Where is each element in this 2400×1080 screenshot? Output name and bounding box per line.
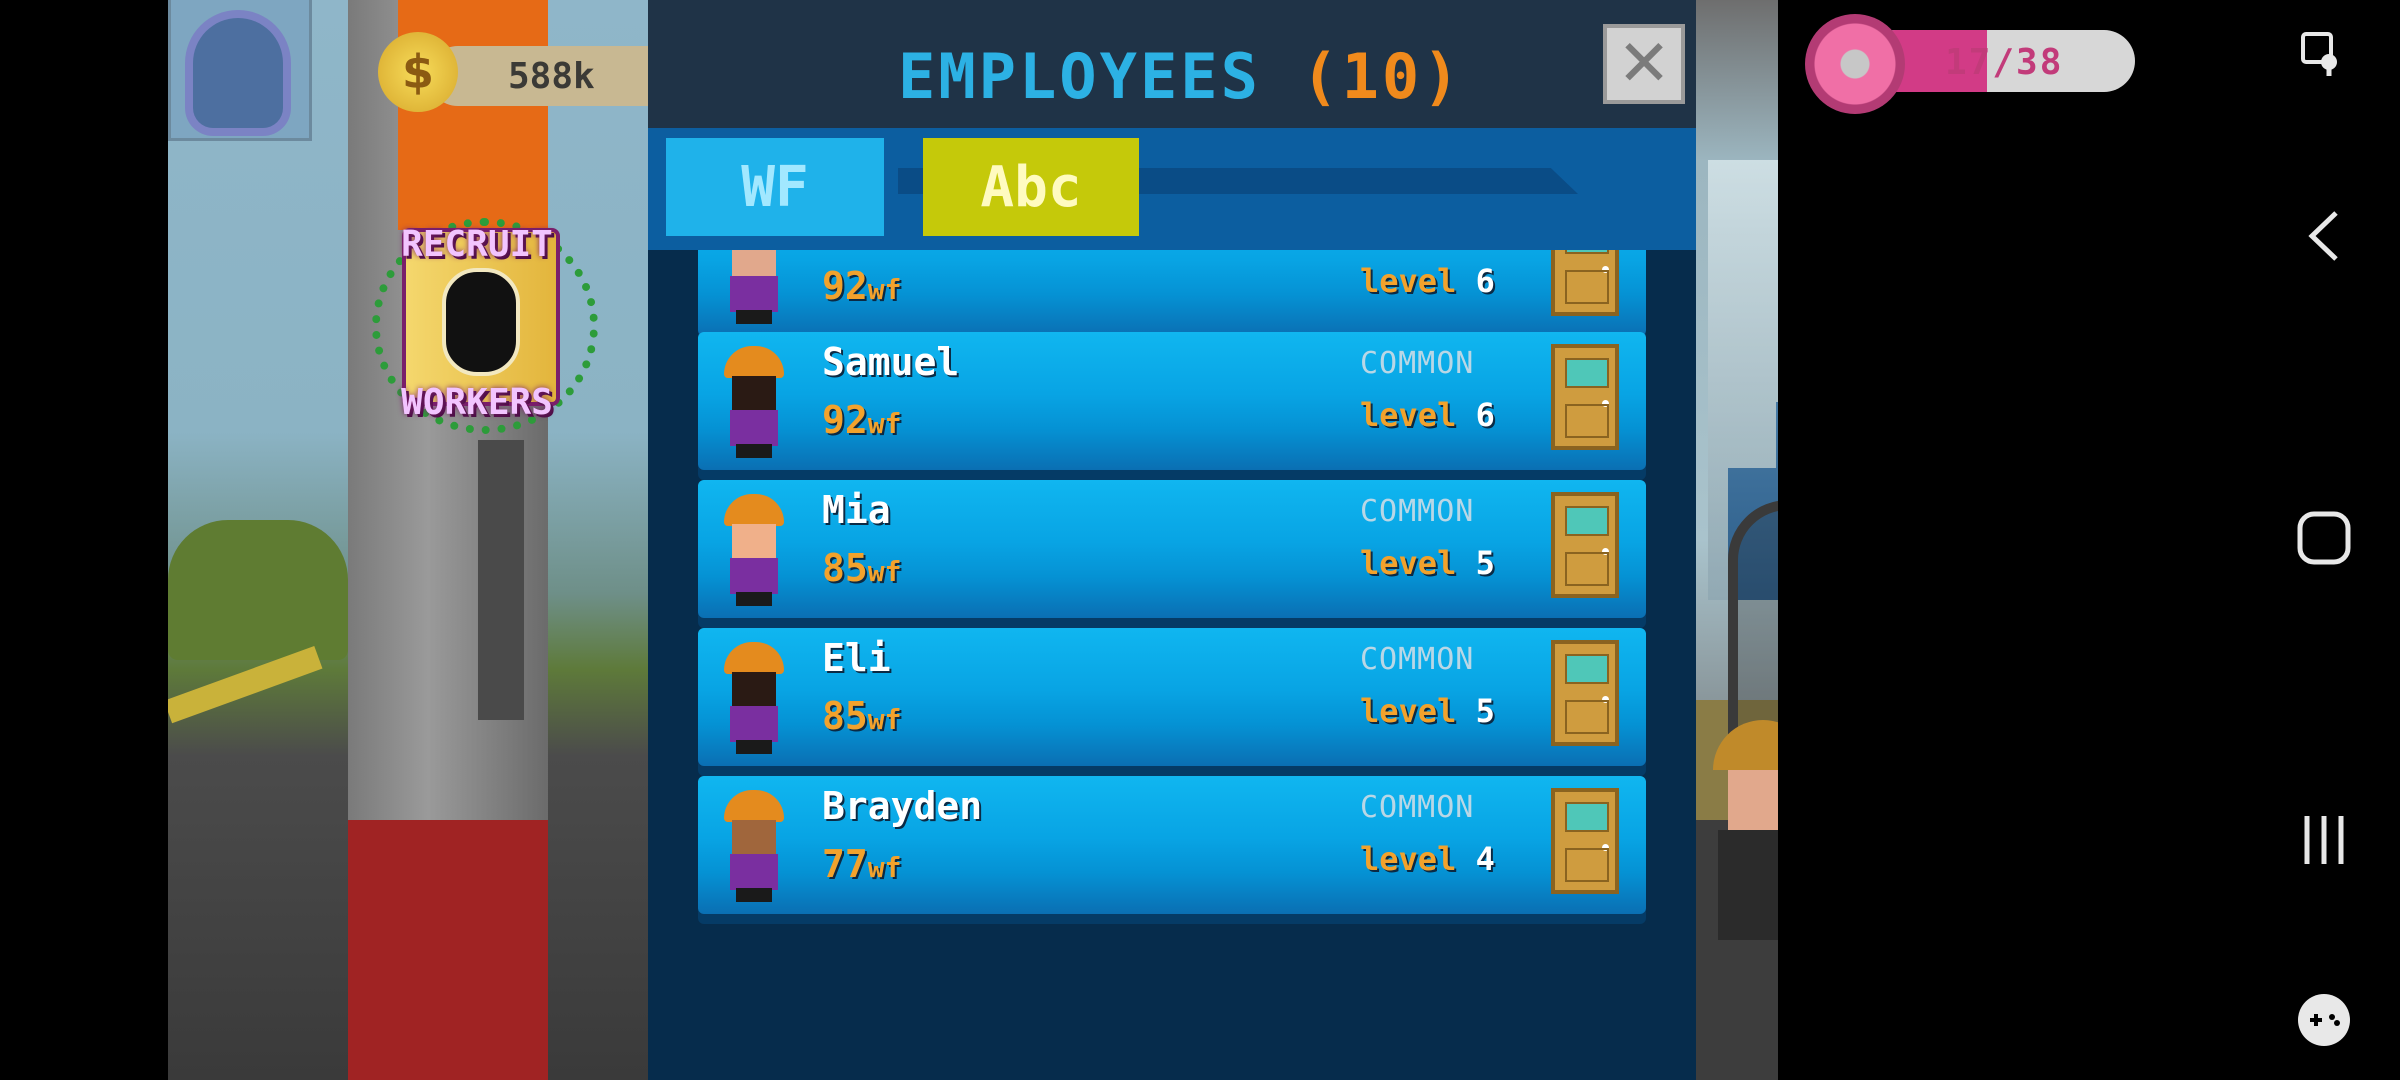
recruit-workers-button[interactable]: RECRUIT WORKERS — [352, 198, 602, 438]
donut-count: 17/38 — [1945, 42, 2064, 83]
system-navbar — [2248, 0, 2400, 1080]
employee-wf: 77wf — [822, 842, 902, 886]
factory-worker[interactable] — [1713, 720, 1778, 940]
close-button[interactable]: ✕ — [1603, 24, 1685, 104]
employee-row[interactable]: Eli 85wf COMMON level 5 — [698, 628, 1646, 766]
employee-row[interactable]: Mia 85wf COMMON level 5 — [698, 480, 1646, 618]
sort-by-name-tab[interactable]: Abc — [923, 138, 1139, 236]
modal-title: EMPLOYEES (10) — [898, 40, 1463, 113]
recents-icon[interactable] — [2294, 810, 2354, 870]
pillar-base — [348, 820, 548, 1080]
fire-employee-door-icon[interactable] — [1551, 344, 1619, 450]
employee-name: Samuel — [822, 340, 960, 384]
employee-rarity: COMMON — [1360, 790, 1475, 825]
employee-row[interactable]: 92wf level 6 — [698, 250, 1646, 336]
fire-employee-door-icon[interactable] — [1551, 492, 1619, 598]
pillar-window — [478, 440, 524, 720]
manager-avatar[interactable] — [168, 0, 312, 141]
employee-list[interactable]: 92wf level 6 Samuel 92wf COMMON level 6 … — [698, 250, 1646, 930]
employee-level: level 5 — [1360, 692, 1495, 730]
game-tools-icon[interactable] — [2294, 990, 2354, 1050]
fire-employee-door-icon[interactable] — [1551, 640, 1619, 746]
recruit-label: RECRUIT — [401, 224, 553, 265]
employee-level: level 4 — [1360, 840, 1495, 878]
employee-rarity: COMMON — [1360, 346, 1475, 381]
employee-avatar-icon — [720, 346, 788, 458]
employee-avatar-icon — [720, 642, 788, 754]
employee-wf: 92wf — [822, 398, 902, 442]
fire-employee-door-icon[interactable] — [1551, 250, 1619, 316]
employee-name: Mia — [822, 488, 891, 532]
employee-row[interactable]: Brayden 77wf COMMON level 4 — [698, 776, 1646, 914]
employees-modal: EMPLOYEES (10) ✕ WF Abc 92wf level 6 Sam — [648, 0, 1696, 1080]
employee-count: (10) — [1301, 40, 1463, 113]
employee-rarity: COMMON — [1360, 642, 1475, 677]
employee-wf: 85wf — [822, 546, 902, 590]
sort-by-wf-tab[interactable]: WF — [666, 138, 884, 236]
donut-counter[interactable]: 17/38 — [1805, 14, 2135, 114]
employee-rarity: COMMON — [1360, 494, 1475, 529]
fire-employee-door-icon[interactable] — [1551, 788, 1619, 894]
workers-label: WORKERS — [401, 382, 553, 423]
employee-avatar-icon — [720, 790, 788, 902]
donut-icon — [1805, 14, 1905, 114]
modal-title-text: EMPLOYEES — [898, 40, 1261, 113]
coin-icon: $ — [378, 32, 458, 112]
hedge-scenery — [168, 520, 348, 660]
employee-name: Brayden — [822, 784, 983, 828]
money-value: 588k — [508, 56, 595, 97]
employee-avatar-icon — [720, 250, 788, 324]
modal-header: EMPLOYEES (10) ✕ — [648, 0, 1696, 128]
employee-name: Eli — [822, 636, 891, 680]
money-display: $ 588k — [378, 18, 658, 123]
back-icon[interactable] — [2294, 206, 2354, 266]
employee-level: level 6 — [1360, 396, 1495, 434]
sort-tabs: WF Abc — [648, 128, 1696, 250]
employee-wf: 85wf — [822, 694, 902, 738]
avatar-silhouette-icon — [193, 18, 283, 128]
employee-row[interactable]: Samuel 92wf COMMON level 6 — [698, 332, 1646, 470]
home-icon[interactable] — [2294, 508, 2354, 568]
mystery-worker-icon — [442, 268, 520, 376]
employee-level: level 5 — [1360, 544, 1495, 582]
car-frame[interactable] — [1728, 500, 1778, 750]
screenshot-icon[interactable] — [2294, 25, 2354, 85]
employee-wf: 92wf — [822, 264, 902, 308]
employee-level: level 6 — [1360, 262, 1495, 300]
employee-avatar-icon — [720, 494, 788, 606]
close-icon: ✕ — [1617, 27, 1671, 101]
